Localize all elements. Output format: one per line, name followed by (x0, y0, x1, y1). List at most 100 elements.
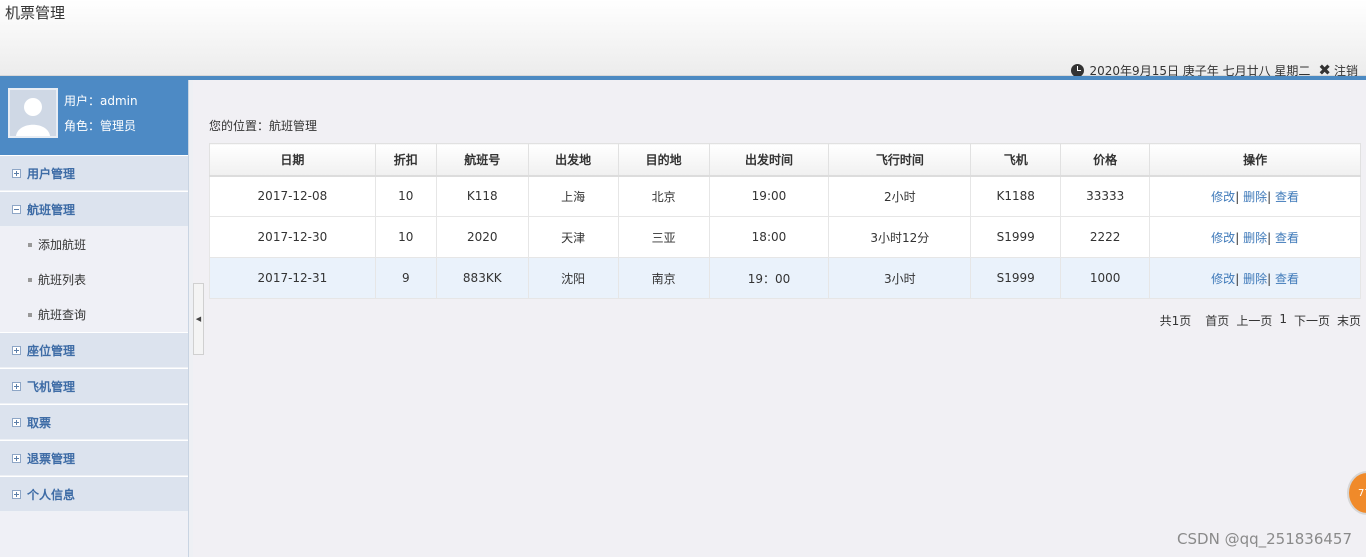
avatar (8, 88, 58, 138)
separator: | (1235, 230, 1240, 245)
column-header: 出发地 (527, 143, 619, 177)
column-header: 日期 (209, 143, 376, 177)
table-cell: 2020 (435, 216, 529, 258)
page-total: 共1页 (1159, 314, 1192, 328)
edit-link[interactable]: 修改 (1211, 272, 1235, 286)
table-cell: S1999 (970, 257, 1062, 299)
table-cell: 北京 (617, 175, 710, 217)
table-cell: 南京 (617, 257, 710, 299)
submenu-label: 航班列表 (38, 273, 87, 287)
username-label: 用户：admin (64, 94, 138, 108)
submenu-label: 添加航班 (38, 238, 87, 252)
sidebar-item-refund-management[interactable]: 退票管理 (0, 440, 188, 476)
table-cell: 883KK (435, 257, 529, 299)
view-link[interactable]: 查看 (1275, 272, 1299, 286)
table-cell: 上海 (527, 175, 619, 217)
column-header: 出发时间 (708, 143, 830, 177)
sidebar-collapse-handle[interactable]: ◀ (193, 283, 204, 355)
table-cell: 10 (374, 216, 437, 258)
table-cell: S1999 (970, 216, 1062, 258)
table-cell: 2017-12-31 (209, 257, 376, 299)
table-cell: 2017-12-08 (209, 175, 376, 217)
table-cell: 19：00 (708, 257, 830, 299)
menu-label: 座位管理 (27, 343, 76, 358)
collapse-minus-icon (12, 204, 21, 214)
table-cell: 沈阳 (527, 257, 619, 299)
table-cell: 33333 (1060, 175, 1151, 217)
sidebar-item-flight-management[interactable]: 航班管理 (0, 191, 188, 227)
separator: | (1267, 230, 1272, 245)
sidebar-item-seat-management[interactable]: 座位管理 (0, 332, 188, 368)
column-header: 价格 (1060, 143, 1151, 177)
sidebar-subitem-flight-list[interactable]: 航班列表 (0, 262, 188, 297)
table-cell: 2222 (1060, 216, 1151, 258)
clock-icon (1070, 63, 1084, 77)
header: 机票管理 2020年9月15日 庚子年 七月廿八 星期二 ✖ 注销 (0, 0, 1366, 78)
table-header-row: 日期 折扣 航班号 出发地 目的地 出发时间 飞行时间 飞机 价格 操作 (209, 143, 1361, 177)
menu-label: 用户管理 (27, 166, 76, 181)
delete-link[interactable]: 删除 (1243, 231, 1267, 245)
sidebar-subitem-add-flight[interactable]: 添加航班 (0, 227, 188, 262)
separator: | (1235, 271, 1240, 286)
bullet-icon (28, 277, 32, 282)
row-actions: 修改| 删除| 查看 (1149, 175, 1361, 217)
app-title: 机票管理 (5, 4, 66, 22)
table-cell: 18:00 (708, 216, 830, 258)
menu-label: 退票管理 (27, 451, 76, 466)
pagination: 共1页 首页 上一页 1 下一页 末页 (1153, 312, 1361, 329)
edit-link[interactable]: 修改 (1211, 190, 1235, 204)
sidebar: 用户：admin 角色：管理员 用户管理 航班管理 添加航班 航班列表 航班查询… (0, 80, 189, 557)
delete-link[interactable]: 删除 (1243, 272, 1267, 286)
breadcrumb: 您的位置：航班管理 (209, 119, 318, 133)
delete-link[interactable]: 删除 (1243, 190, 1267, 204)
row-actions: 修改| 删除| 查看 (1149, 257, 1361, 299)
table-cell: 三亚 (617, 216, 710, 258)
column-header: 飞机 (970, 143, 1062, 177)
separator: | (1267, 189, 1272, 204)
sidebar-menu: 用户管理 航班管理 添加航班 航班列表 航班查询 座位管理 飞机管理 取票 退票… (0, 155, 188, 512)
sidebar-item-user-management[interactable]: 用户管理 (0, 155, 188, 191)
expand-plus-icon (12, 417, 21, 427)
view-link[interactable]: 查看 (1275, 190, 1299, 204)
column-header: 操作 (1149, 143, 1361, 177)
next-page-link[interactable]: 下一页 (1294, 312, 1330, 329)
main-content: 您的位置：航班管理 日期 折扣 航班号 出发地 目的地 出发时间 飞行时间 飞机… (193, 80, 1366, 557)
role-label: 角色：管理员 (64, 119, 137, 133)
table-cell: K118 (435, 175, 529, 217)
expand-plus-icon (12, 453, 21, 463)
menu-label: 航班管理 (27, 202, 76, 217)
table-cell: 3小时 (828, 257, 972, 299)
expand-plus-icon (12, 168, 21, 178)
table-cell: 19:00 (708, 175, 830, 217)
menu-label: 飞机管理 (27, 379, 76, 394)
table-row: 2017-12-30 10 2020 天津 三亚 18:00 3小时12分 S1… (209, 216, 1361, 258)
column-header: 航班号 (435, 143, 529, 177)
table-cell: 天津 (527, 216, 619, 258)
expand-plus-icon (12, 489, 21, 499)
sidebar-item-plane-management[interactable]: 飞机管理 (0, 368, 188, 404)
menu-label: 个人信息 (27, 487, 76, 502)
separator: | (1267, 271, 1272, 286)
table-cell: 1000 (1060, 257, 1151, 299)
table-cell: 9 (374, 257, 437, 299)
sidebar-item-personal-info[interactable]: 个人信息 (0, 476, 188, 512)
view-link[interactable]: 查看 (1275, 231, 1299, 245)
column-header: 飞行时间 (828, 143, 972, 177)
last-page-link[interactable]: 末页 (1337, 312, 1361, 329)
edit-link[interactable]: 修改 (1211, 231, 1235, 245)
current-page[interactable]: 1 (1279, 312, 1287, 329)
expand-plus-icon (12, 381, 21, 391)
table-cell: 3小时12分 (828, 216, 972, 258)
triangle-left-icon: ◀ (195, 315, 202, 323)
prev-page-link[interactable]: 上一页 (1236, 312, 1272, 329)
submenu-label: 航班查询 (38, 308, 87, 322)
table-row: 2017-12-08 10 K118 上海 北京 19:00 2小时 K1188… (209, 175, 1361, 217)
user-box: 用户：admin 角色：管理员 (0, 80, 188, 155)
sidebar-subitem-flight-query[interactable]: 航班查询 (0, 297, 188, 332)
sidebar-item-ticket-pickup[interactable]: 取票 (0, 404, 188, 440)
first-page-link[interactable]: 首页 (1205, 312, 1229, 329)
table-cell: 2017-12-30 (209, 216, 376, 258)
flight-table: 日期 折扣 航班号 出发地 目的地 出发时间 飞行时间 飞机 价格 操作 201… (209, 143, 1361, 299)
table-cell: 10 (374, 175, 437, 217)
expand-plus-icon (12, 345, 21, 355)
